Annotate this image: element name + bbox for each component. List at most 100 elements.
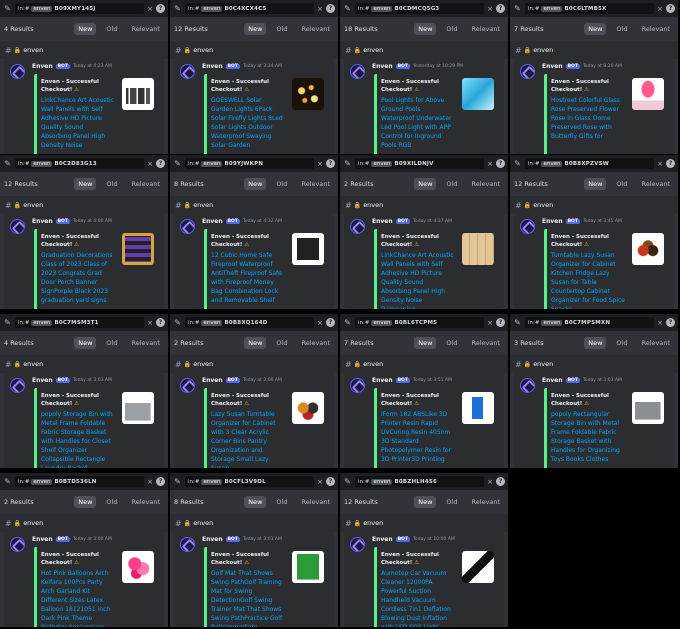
help-icon[interactable]: ? [326, 159, 335, 168]
tab-relevant[interactable]: Relevant [637, 337, 674, 349]
user-name[interactable]: Enven [372, 377, 393, 384]
tab-new[interactable]: New [414, 23, 437, 35]
product-link[interactable]: Graduation Decorations Class of 2023 Cla… [41, 251, 115, 305]
tab-new[interactable]: New [74, 178, 97, 190]
help-icon[interactable]: ? [666, 159, 675, 168]
product-thumbnail[interactable] [122, 233, 154, 265]
avatar[interactable] [520, 219, 535, 234]
clear-search-icon[interactable]: × [487, 319, 493, 327]
avatar[interactable] [10, 378, 25, 393]
product-link[interactable]: LinkChance Art Acoustic Wall Panels with… [381, 251, 455, 309]
help-icon[interactable]: ? [666, 318, 675, 327]
product-thumbnail[interactable] [122, 78, 154, 110]
user-name[interactable]: Enven [32, 377, 53, 384]
message[interactable]: Enven BOT Today at 10:00 AM Enven - Succ… [344, 532, 504, 627]
channel-header[interactable]: # 🔒 enven [0, 196, 168, 214]
help-icon[interactable]: ? [496, 159, 505, 168]
user-name[interactable]: Enven [372, 63, 393, 70]
channel-header[interactable]: # 🔒 enven [340, 41, 508, 59]
product-thumbnail[interactable] [292, 392, 324, 424]
tab-old[interactable]: Old [102, 337, 121, 349]
help-icon[interactable]: ? [496, 477, 505, 486]
tab-new[interactable]: New [74, 23, 97, 35]
product-link[interactable]: popoly Storage Bin with Metal Frame Fold… [41, 410, 115, 468]
product-link[interactable]: popoly Rectangular Storage Bin with Meta… [551, 410, 625, 464]
channel-header[interactable]: # 🔒 enven [340, 355, 508, 373]
tab-relevant[interactable]: Relevant [127, 496, 164, 508]
tab-relevant[interactable]: Relevant [127, 23, 164, 35]
product-thumbnail[interactable] [292, 78, 324, 110]
channel-header[interactable]: # 🔒 enven [170, 514, 338, 532]
avatar[interactable] [350, 537, 365, 552]
tab-new[interactable]: New [584, 337, 607, 349]
product-link[interactable]: Lazy Susan Turntable Organizer for Cabin… [211, 410, 285, 468]
pin-icon[interactable]: ✎ [343, 4, 352, 13]
channel-header[interactable]: # 🔒 enven [510, 196, 678, 214]
avatar[interactable] [350, 219, 365, 234]
tab-new[interactable]: New [74, 337, 97, 349]
product-link[interactable]: Aumotop Car Vacuum Cleaner 12000PA Power… [381, 569, 455, 627]
tab-relevant[interactable]: Relevant [127, 337, 164, 349]
user-name[interactable]: Enven [32, 63, 53, 70]
user-name[interactable]: Enven [202, 63, 223, 70]
message[interactable]: Enven BOT Today at 3:03 AM Enven - Succe… [174, 532, 334, 627]
clear-search-icon[interactable]: × [147, 160, 153, 168]
search-input[interactable]: in:# enven B09XILDNJV [355, 158, 485, 169]
tab-new[interactable]: New [414, 337, 437, 349]
tab-relevant[interactable]: Relevant [467, 178, 504, 190]
pin-icon[interactable]: ✎ [3, 318, 12, 327]
tab-new[interactable]: New [244, 23, 267, 35]
tab-relevant[interactable]: Relevant [637, 23, 674, 35]
tab-old[interactable]: Old [272, 337, 291, 349]
message[interactable]: Enven BOT Today at 3:45 AM Enven - Succe… [514, 214, 674, 309]
tab-new[interactable]: New [244, 178, 267, 190]
product-thumbnail[interactable] [462, 78, 494, 110]
tab-new[interactable]: New [584, 23, 607, 35]
message[interactable]: Enven BOT Today at 3:03 AM Enven - Succe… [4, 373, 164, 468]
search-input[interactable]: in:# enven B0C7MPSMXN [525, 317, 655, 328]
channel-header[interactable]: # 🔒 enven [0, 41, 168, 59]
clear-search-icon[interactable]: × [317, 478, 323, 486]
search-input[interactable]: in:# enven B0C2D83G13 [15, 158, 145, 169]
pin-icon[interactable]: ✎ [343, 159, 352, 168]
clear-search-icon[interactable]: × [657, 160, 663, 168]
avatar[interactable] [180, 537, 195, 552]
help-icon[interactable]: ? [496, 318, 505, 327]
user-name[interactable]: Enven [542, 377, 563, 384]
search-input[interactable]: in:# enven B09XMY145J [15, 3, 145, 14]
search-input[interactable]: in:# enven B0BZHLH4S6 [355, 476, 485, 487]
avatar[interactable] [10, 219, 25, 234]
search-input[interactable]: in:# enven B0CFL3V9DL [185, 476, 315, 487]
tab-relevant[interactable]: Relevant [467, 496, 504, 508]
product-thumbnail[interactable] [462, 392, 494, 424]
help-icon[interactable]: ? [496, 4, 505, 13]
help-icon[interactable]: ? [156, 4, 165, 13]
message[interactable]: Enven BOT Today at 3:03 AM Enven - Succe… [514, 373, 674, 468]
product-link[interactable]: iForm 182 ABSLike 3D Printer Resin Rapid… [381, 410, 455, 464]
tab-new[interactable]: New [414, 496, 437, 508]
pin-icon[interactable]: ✎ [513, 4, 522, 13]
message[interactable]: Enven BOT Today at 4:00 AM Enven - Succe… [4, 214, 164, 309]
tab-old[interactable]: Old [612, 23, 631, 35]
pin-icon[interactable]: ✎ [343, 318, 352, 327]
product-link[interactable]: Golf Mat That Shows Swing PathGolf Train… [211, 569, 285, 627]
product-link[interactable]: Turntable Lazy Susan Organizer for Cabin… [551, 251, 625, 309]
pin-icon[interactable]: ✎ [343, 477, 352, 486]
pin-icon[interactable]: ✎ [3, 477, 12, 486]
pin-icon[interactable]: ✎ [173, 4, 182, 13]
tab-relevant[interactable]: Relevant [127, 178, 164, 190]
channel-header[interactable]: # 🔒 enven [0, 514, 168, 532]
search-input[interactable]: in:# enven B0CDMCQ5G3 [355, 3, 485, 14]
pin-icon[interactable]: ✎ [3, 159, 12, 168]
tab-old[interactable]: Old [272, 23, 291, 35]
user-name[interactable]: Enven [32, 536, 53, 543]
clear-search-icon[interactable]: × [487, 478, 493, 486]
clear-search-icon[interactable]: × [147, 319, 153, 327]
user-name[interactable]: Enven [202, 377, 223, 384]
avatar[interactable] [520, 64, 535, 79]
channel-header[interactable]: # 🔒 enven [170, 41, 338, 59]
avatar[interactable] [10, 64, 25, 79]
product-thumbnail[interactable] [122, 392, 154, 424]
user-name[interactable]: Enven [542, 63, 563, 70]
tab-relevant[interactable]: Relevant [467, 337, 504, 349]
